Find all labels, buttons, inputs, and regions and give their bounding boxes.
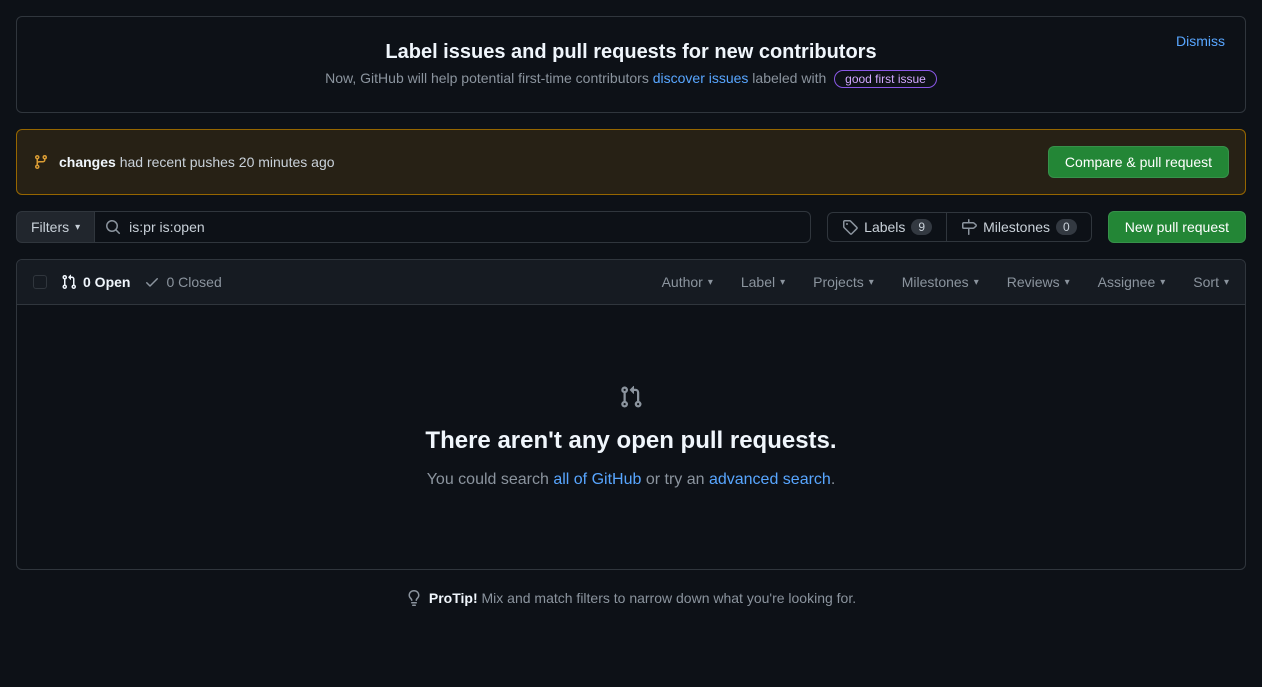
open-tab[interactable]: 0 Open — [61, 274, 130, 290]
labels-button[interactable]: Labels 9 — [827, 212, 947, 242]
advanced-search-link[interactable]: advanced search — [709, 471, 831, 488]
empty-title: There aren't any open pull requests. — [57, 427, 1205, 455]
empty-subtitle: You could search all of GitHub or try an… — [57, 471, 1205, 489]
check-icon — [144, 274, 160, 290]
empty-pr-icon — [57, 385, 1205, 409]
milestone-icon — [961, 219, 977, 235]
filter-search-group: Filters — [16, 211, 811, 243]
new-pull-request-button[interactable]: New pull request — [1108, 211, 1246, 243]
empty-state: There aren't any open pull requests. You… — [17, 305, 1245, 569]
milestones-dropdown[interactable]: Milestones — [902, 274, 979, 290]
filter-dropdowns: Author Label Projects Milestones Reviews… — [662, 274, 1229, 290]
discover-issues-link[interactable]: discover issues — [653, 70, 749, 86]
filters-button[interactable]: Filters — [16, 211, 95, 243]
banner-title: Label issues and pull requests for new c… — [41, 41, 1221, 64]
label-dropdown[interactable]: Label — [741, 274, 785, 290]
search-input[interactable] — [121, 212, 800, 242]
lightbulb-icon — [406, 590, 422, 606]
labels-milestones-group: Labels 9 Milestones 0 — [827, 212, 1092, 242]
assignee-dropdown[interactable]: Assignee — [1098, 274, 1166, 290]
protip: ProTip! Mix and match filters to narrow … — [16, 590, 1246, 606]
search-wrap — [95, 211, 811, 243]
closed-tab[interactable]: 0 Closed — [144, 274, 221, 290]
all-of-github-link[interactable]: all of GitHub — [553, 471, 641, 488]
select-all-checkbox[interactable] — [33, 275, 47, 289]
list-header: 0 Open 0 Closed Author Label Projects Mi… — [17, 260, 1245, 305]
dismiss-button[interactable]: Dismiss — [1176, 33, 1225, 49]
projects-dropdown[interactable]: Projects — [813, 274, 874, 290]
git-branch-icon — [33, 154, 49, 170]
labels-count: 9 — [911, 219, 932, 235]
search-icon — [105, 219, 121, 235]
git-pull-request-icon — [61, 274, 77, 290]
push-text: changes had recent pushes 20 minutes ago — [59, 154, 335, 170]
tag-icon — [842, 219, 858, 235]
reviews-dropdown[interactable]: Reviews — [1007, 274, 1070, 290]
toolbar: Filters Labels 9 Milestones 0 New pull r… — [16, 211, 1246, 243]
pr-list-box: 0 Open 0 Closed Author Label Projects Mi… — [16, 259, 1246, 570]
good-first-issue-badge: good first issue — [834, 70, 937, 88]
milestones-count: 0 — [1056, 219, 1077, 235]
compare-pull-request-button[interactable]: Compare & pull request — [1048, 146, 1229, 178]
recent-push-banner: changes had recent pushes 20 minutes ago… — [16, 129, 1246, 195]
milestones-button[interactable]: Milestones 0 — [947, 212, 1092, 242]
author-dropdown[interactable]: Author — [662, 274, 713, 290]
banner-subtitle: Now, GitHub will help potential first-ti… — [41, 70, 1221, 88]
sort-dropdown[interactable]: Sort — [1193, 274, 1229, 290]
contributor-banner: Dismiss Label issues and pull requests f… — [16, 16, 1246, 113]
